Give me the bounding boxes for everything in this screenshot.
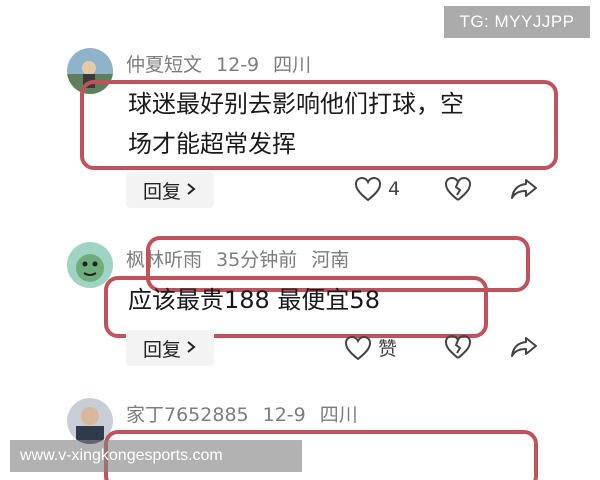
reply-button[interactable]: 回复 [126,172,214,208]
like-label: 赞 [378,338,398,360]
like-action[interactable]: 4 [354,176,400,202]
highlight-box [104,276,488,338]
comment-location: 四川 [273,54,312,76]
share-icon [510,176,538,202]
watermark-bottom: www.v-xingkongesports.com [10,440,302,472]
heart-icon [344,335,372,361]
reply-button[interactable]: 回复 [126,330,214,366]
like-action[interactable]: 赞 [344,334,397,361]
chevron-right-icon [185,337,197,359]
dislike-action[interactable] [444,176,472,202]
comment-date: 12-9 [216,54,260,76]
broken-heart-icon [444,176,472,202]
username[interactable]: 仲夏短文 [126,54,202,76]
watermark-top: TG: MYYJJPP [444,6,590,38]
share-icon [510,334,538,360]
share-action[interactable] [510,334,538,360]
comment-meta: 家丁7652885 12-9 四川 [126,400,372,427]
comment-date: 12-9 [262,404,306,426]
dislike-action[interactable] [444,334,472,360]
reply-label: 回复 [142,180,181,203]
reply-label: 回复 [142,338,181,361]
comment-location: 四川 [319,404,358,426]
share-action[interactable] [510,176,538,202]
username[interactable]: 家丁7652885 [126,404,249,426]
broken-heart-icon [444,334,472,360]
comment-meta: 仲夏短文 12-9 四川 [126,50,325,77]
chevron-right-icon [185,179,197,201]
highlight-box [80,80,558,170]
like-count: 4 [388,178,401,200]
heart-icon [354,176,382,202]
